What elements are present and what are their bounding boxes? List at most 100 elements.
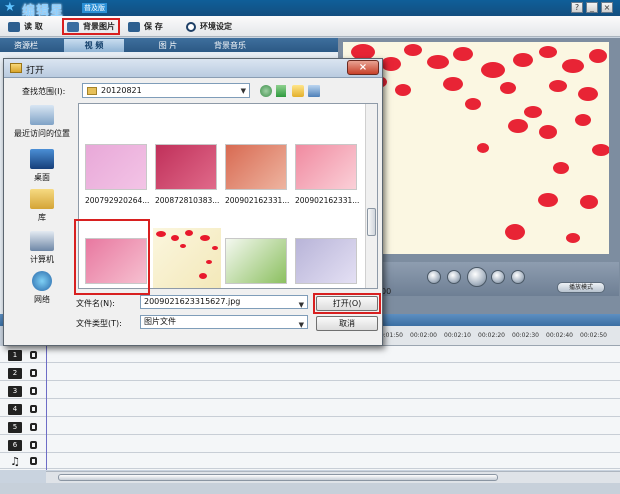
file-thumbnail[interactable]: [225, 238, 287, 284]
up-folder-icon[interactable]: [276, 85, 286, 97]
track-row[interactable]: 4: [0, 402, 620, 417]
track-number: 4: [8, 404, 22, 415]
settings-button[interactable]: 环境设定: [186, 19, 232, 34]
file-thumbnail-selected[interactable]: [153, 228, 221, 288]
chevron-down-icon: ▼: [240, 87, 246, 95]
track-row[interactable]: 2: [0, 366, 620, 381]
lock-icon[interactable]: [30, 369, 37, 377]
lock-icon[interactable]: [30, 351, 37, 359]
look-in-dropdown[interactable]: 20120821 ▼: [82, 83, 250, 98]
file-thumbnail[interactable]: [295, 238, 357, 284]
scrollbar-thumb[interactable]: [58, 474, 498, 481]
rose-petals-thumbnail: [156, 230, 218, 279]
file-thumbnail[interactable]: [295, 144, 357, 190]
place-desktop[interactable]: 桌面: [10, 149, 74, 183]
file-type-dropdown[interactable]: 图片文件 ▼: [140, 315, 308, 329]
lock-icon[interactable]: [30, 457, 37, 465]
tick-label: 00:02:00: [410, 332, 437, 339]
view-menu-icon[interactable]: [308, 85, 320, 97]
app-edition-badge: 普及版: [82, 3, 107, 13]
folder-open-icon: [8, 21, 20, 32]
file-thumbnail[interactable]: [225, 144, 287, 190]
open-button[interactable]: 打开(O): [316, 296, 378, 311]
track-number: 6: [8, 440, 22, 451]
file-list-scrollbar[interactable]: [365, 104, 377, 288]
tick-label: 00:02:10: [444, 332, 471, 339]
lock-icon[interactable]: [30, 441, 37, 449]
volume-button[interactable]: [511, 270, 525, 284]
lock-icon[interactable]: [30, 405, 37, 413]
cancel-button[interactable]: 取消: [316, 316, 378, 331]
selection-highlight: [74, 219, 150, 295]
status-bar: [0, 483, 620, 494]
tab-video[interactable]: 视 频: [64, 39, 124, 52]
lock-icon[interactable]: [30, 423, 37, 431]
look-in-label: 查找范围(I):: [22, 87, 66, 96]
stop-button[interactable]: [427, 270, 441, 284]
help-button[interactable]: ?: [571, 2, 583, 13]
place-computer[interactable]: 计算机: [10, 231, 74, 265]
track-number: 2: [8, 368, 22, 379]
save-button-label: 保 存: [144, 22, 163, 31]
tick-label: 00:02:20: [478, 332, 505, 339]
place-label: 网络: [34, 295, 50, 304]
file-type-label: 文件类型(T):: [76, 319, 122, 328]
save-button[interactable]: 保 存: [128, 19, 163, 34]
track-divider: [46, 326, 47, 470]
app-titlebar: ★ 编辑星 普及版 ? _ ×: [0, 0, 620, 19]
track-row[interactable]: 6: [0, 438, 620, 453]
tab-background-music[interactable]: 背景音乐: [198, 39, 262, 52]
timeline-tracks: 1 2 3 4 5 6 ♫: [0, 346, 620, 470]
place-label: 计算机: [30, 255, 54, 264]
file-name-input[interactable]: 2009021623315627.jpg ▼: [140, 295, 308, 309]
timeline-scrollbar[interactable]: [46, 471, 620, 483]
background-image-button[interactable]: 背景图片: [62, 18, 120, 35]
load-button-label: 读 取: [24, 22, 43, 31]
settings-button-label: 环境设定: [200, 22, 232, 31]
new-folder-icon[interactable]: [292, 85, 304, 97]
track-row[interactable]: 1: [0, 348, 620, 363]
place-library[interactable]: 库: [10, 189, 74, 223]
back-icon[interactable]: [260, 85, 272, 97]
computer-icon: [30, 231, 54, 251]
load-button[interactable]: 读 取: [8, 19, 43, 34]
recent-places-icon: [30, 105, 54, 125]
places-bar: 最近访问的位置 桌面 库 计算机 网络: [10, 103, 74, 304]
tick-label: 00:02:40: [546, 332, 573, 339]
folder-icon: [87, 87, 97, 95]
track-number: 1: [8, 350, 22, 361]
place-label: 库: [38, 213, 46, 222]
place-recent[interactable]: 最近访问的位置: [10, 105, 74, 139]
star-logo-icon: ★: [4, 0, 16, 15]
background-image-label: 背景图片: [83, 22, 115, 31]
next-button[interactable]: [491, 270, 505, 284]
tab-image[interactable]: 图 片: [138, 39, 198, 52]
previous-button[interactable]: [447, 270, 461, 284]
settings-icon: [186, 21, 196, 32]
tick-label: 00:02:30: [512, 332, 539, 339]
minimize-button[interactable]: _: [586, 2, 598, 13]
place-network[interactable]: 网络: [10, 271, 74, 305]
scrollbar-thumb[interactable]: [367, 208, 376, 236]
network-icon: [32, 271, 52, 291]
music-track-row[interactable]: ♫: [0, 454, 620, 469]
file-thumbnail[interactable]: [155, 144, 217, 190]
toolbar: 读 取 背景图片 保 存 环境设定: [0, 16, 620, 37]
file-thumbnail[interactable]: [85, 144, 147, 190]
play-button[interactable]: [467, 267, 487, 287]
desktop-icon: [30, 149, 54, 169]
file-name-label: 文件名(N):: [76, 299, 115, 308]
track-row[interactable]: 5: [0, 420, 620, 435]
chevron-down-icon: ▼: [298, 321, 304, 329]
file-name-value: 2009021623315627.jpg: [144, 297, 241, 306]
resource-bar-label: 资源栏: [14, 41, 38, 50]
chevron-down-icon: ▼: [298, 301, 304, 309]
close-button[interactable]: ×: [601, 2, 613, 13]
track-row[interactable]: 3: [0, 384, 620, 399]
folder-icon: [10, 63, 22, 73]
dialog-close-button[interactable]: ×: [347, 60, 379, 75]
panel-tabs: 资源栏 视 频 图 片 背景音乐: [0, 38, 338, 52]
lock-icon[interactable]: [30, 387, 37, 395]
play-mode-button[interactable]: 播放模式: [557, 282, 605, 293]
file-name: 200872810383...: [155, 196, 220, 205]
